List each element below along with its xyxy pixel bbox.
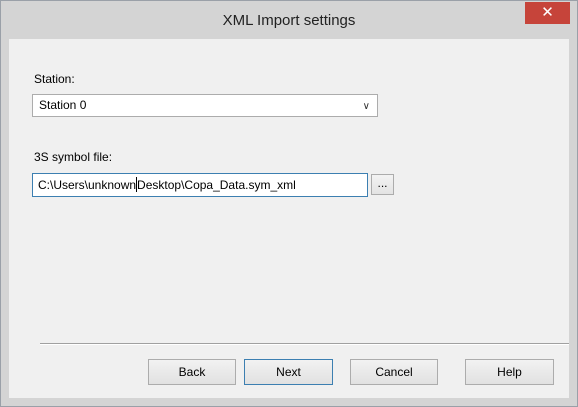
chevron-down-icon: ∨ (362, 101, 370, 112)
dialog-content: Station: Station 0 ∨ 3S symbol file: C:\… (9, 39, 569, 398)
title-bar[interactable]: XML Import settings ✕ (1, 1, 577, 39)
dialog-window: XML Import settings ✕ Station: Station 0… (0, 0, 578, 407)
station-selected-value: Station 0 (39, 98, 87, 112)
station-select[interactable]: Station 0 ∨ (32, 94, 378, 117)
next-button[interactable]: Next (244, 359, 333, 385)
symbol-file-input[interactable]: C:\Users\unknownDesktop\Copa_Data.sym_xm… (32, 173, 368, 197)
cancel-button[interactable]: Cancel (350, 359, 438, 385)
symbol-file-path-start: C:\Users\unknown (38, 178, 137, 192)
window-title: XML Import settings (222, 12, 356, 29)
symbol-file-label: 3S symbol file: (34, 150, 113, 164)
help-button[interactable]: Help (465, 359, 554, 385)
back-button[interactable]: Back (148, 359, 236, 385)
button-divider (40, 343, 569, 345)
browse-button[interactable]: ... (371, 174, 394, 195)
symbol-file-path-end: Desktop\Copa_Data.sym_xml (137, 178, 296, 192)
station-label: Station: (34, 72, 75, 86)
close-button[interactable]: ✕ (525, 2, 570, 24)
close-icon: ✕ (541, 4, 554, 21)
